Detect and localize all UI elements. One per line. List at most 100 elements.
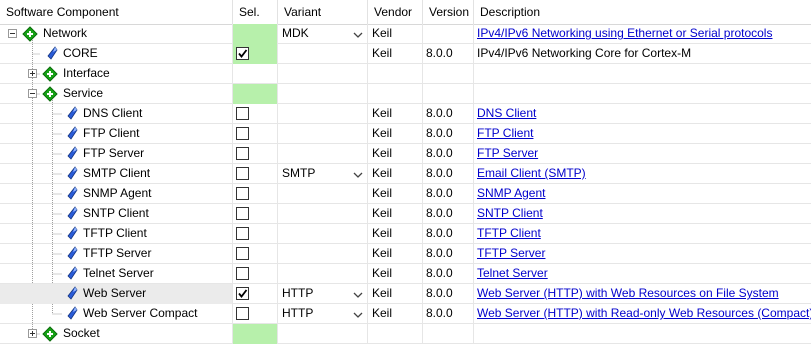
select-checkbox[interactable] [236, 207, 249, 220]
description-link[interactable]: DNS Client [477, 106, 536, 120]
description-cell[interactable]: FTP Server [474, 144, 811, 164]
row-telnet-server[interactable]: Telnet Server Keil 8.0.0 Telnet Server [0, 264, 811, 284]
chevron-down-icon[interactable] [352, 28, 364, 40]
chevron-down-icon[interactable] [352, 168, 364, 180]
sel-cell[interactable] [233, 224, 278, 244]
sel-cell[interactable] [233, 44, 278, 64]
component-cell[interactable]: TFTP Client [0, 224, 233, 244]
sel-cell[interactable] [233, 164, 278, 184]
sel-cell[interactable] [233, 104, 278, 124]
description-cell[interactable]: TFTP Server [474, 244, 811, 264]
row-web-server-compact[interactable]: Web Server Compact HTTP Keil 8.0.0 Web Serve… [0, 304, 811, 324]
select-checkbox[interactable] [236, 247, 249, 260]
description-cell[interactable]: SNMP Agent [474, 184, 811, 204]
description-link[interactable]: Web Server (HTTP) with Read-only Web Res… [477, 306, 811, 320]
sel-cell[interactable] [233, 304, 278, 324]
sel-cell[interactable] [233, 244, 278, 264]
component-cell[interactable]: CORE [0, 44, 233, 64]
row-network[interactable]: Network MDK Keil IPv4/IPv6 Networking using… [0, 24, 811, 44]
row-dns-client[interactable]: DNS Client Keil 8.0.0 DNS Client [0, 104, 811, 124]
sel-cell[interactable] [233, 324, 278, 344]
sel-cell[interactable] [233, 264, 278, 284]
row-tftp-server[interactable]: TFTP Server Keil 8.0.0 TFTP Server [0, 244, 811, 264]
component-cell[interactable]: FTP Client [0, 124, 233, 144]
header-sel[interactable]: Sel. [233, 0, 278, 24]
description-cell[interactable]: IPv4/IPv6 Networking using Ethernet or S… [474, 24, 811, 44]
description-cell[interactable]: Web Server (HTTP) with Read-only Web Res… [474, 304, 811, 324]
collapse-icon[interactable] [8, 29, 17, 38]
select-checkbox[interactable] [236, 287, 249, 300]
row-interface[interactable]: Interface [0, 64, 811, 84]
component-cell[interactable]: SNTP Client [0, 204, 233, 224]
row-tftp-client[interactable]: TFTP Client Keil 8.0.0 TFTP Client [0, 224, 811, 244]
row-service[interactable]: Service [0, 84, 811, 104]
row-web-server[interactable]: Web Server HTTP Keil 8.0.0 Web Server (HTTP)… [0, 284, 811, 304]
expand-icon[interactable] [28, 329, 37, 338]
select-checkbox[interactable] [236, 107, 249, 120]
component-cell[interactable]: TFTP Server [0, 244, 233, 264]
header-vendor[interactable]: Vendor [368, 0, 423, 24]
component-cell[interactable]: Web Server Compact [0, 304, 233, 324]
description-link[interactable]: FTP Client [477, 126, 533, 140]
description-link[interactable]: TFTP Server [477, 246, 545, 260]
component-cell[interactable]: Network [0, 24, 233, 44]
expand-icon[interactable] [28, 69, 37, 78]
variant-cell[interactable]: MDK [278, 24, 368, 44]
select-checkbox[interactable] [236, 227, 249, 240]
select-checkbox[interactable] [236, 127, 249, 140]
description-cell[interactable]: FTP Client [474, 124, 811, 144]
component-cell[interactable]: DNS Client [0, 104, 233, 124]
row-core[interactable]: CORE Keil 8.0.0 IPv4/IPv6 Networking Core f… [0, 44, 811, 64]
variant-cell[interactable]: HTTP [278, 304, 368, 324]
description-cell[interactable]: DNS Client [474, 104, 811, 124]
row-ftp-server[interactable]: FTP Server Keil 8.0.0 FTP Server [0, 144, 811, 164]
component-cell[interactable]: SMTP Client [0, 164, 233, 184]
description-link[interactable]: SNMP Agent [477, 186, 545, 200]
select-checkbox[interactable] [236, 47, 249, 60]
row-sntp-client[interactable]: SNTP Client Keil 8.0.0 SNTP Client [0, 204, 811, 224]
component-cell[interactable]: Interface [0, 64, 233, 84]
variant-cell[interactable]: HTTP [278, 284, 368, 304]
description-cell[interactable]: SNTP Client [474, 204, 811, 224]
header-description[interactable]: Description [474, 0, 811, 24]
description-link[interactable]: Telnet Server [477, 266, 548, 280]
component-cell[interactable]: Web Server [0, 284, 233, 304]
variant-cell[interactable]: SMTP [278, 164, 368, 184]
select-checkbox[interactable] [236, 267, 249, 280]
sel-cell[interactable] [233, 84, 278, 104]
sel-cell[interactable] [233, 144, 278, 164]
component-cell[interactable]: Telnet Server [0, 264, 233, 284]
sel-cell[interactable] [233, 284, 278, 304]
header-version[interactable]: Version [423, 0, 474, 24]
description-link[interactable]: IPv4/IPv6 Networking using Ethernet or S… [477, 26, 772, 40]
row-smtp-client[interactable]: SMTP Client SMTP Keil 8.0.0 Email Client (SM… [0, 164, 811, 184]
description-cell[interactable]: Email Client (SMTP) [474, 164, 811, 184]
description-link[interactable]: SNTP Client [477, 206, 543, 220]
header-variant[interactable]: Variant [278, 0, 368, 24]
description-cell[interactable]: Telnet Server [474, 264, 811, 284]
row-ftp-client[interactable]: FTP Client Keil 8.0.0 FTP Client [0, 124, 811, 144]
sel-cell[interactable] [233, 24, 278, 44]
sel-cell[interactable] [233, 124, 278, 144]
description-link[interactable]: FTP Server [477, 146, 538, 160]
description-cell[interactable]: TFTP Client [474, 224, 811, 244]
component-cell[interactable]: Service [0, 84, 233, 104]
component-cell[interactable]: SNMP Agent [0, 184, 233, 204]
sel-cell[interactable] [233, 204, 278, 224]
component-cell[interactable]: Socket [0, 324, 233, 344]
description-link[interactable]: TFTP Client [477, 226, 541, 240]
select-checkbox[interactable] [236, 147, 249, 160]
description-link[interactable]: Email Client (SMTP) [477, 166, 586, 180]
header-software-component[interactable]: Software Component [0, 0, 233, 24]
description-cell[interactable]: Web Server (HTTP) with Web Resources on … [474, 284, 811, 304]
select-checkbox[interactable] [236, 307, 249, 320]
select-checkbox[interactable] [236, 187, 249, 200]
component-cell[interactable]: FTP Server [0, 144, 233, 164]
description-link[interactable]: Web Server (HTTP) with Web Resources on … [477, 286, 779, 300]
chevron-down-icon[interactable] [352, 308, 364, 320]
row-snmp-agent[interactable]: SNMP Agent Keil 8.0.0 SNMP Agent [0, 184, 811, 204]
chevron-down-icon[interactable] [352, 288, 364, 300]
collapse-icon[interactable] [28, 89, 37, 98]
select-checkbox[interactable] [236, 167, 249, 180]
row-socket[interactable]: Socket [0, 324, 811, 344]
